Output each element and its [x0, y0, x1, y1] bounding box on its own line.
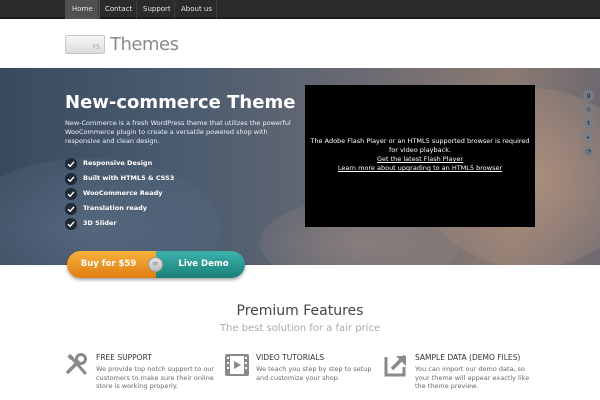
nav-home[interactable]: Home [65, 0, 100, 19]
hero-banner: New-commerce Theme New-Commerce is a fre… [0, 68, 600, 265]
features-title: Premium Features [236, 303, 364, 319]
import-arrow-icon [384, 353, 408, 377]
google-plus-icon[interactable]: g [583, 90, 594, 101]
logo-mark[interactable]: F5 [65, 35, 105, 54]
hero-description: New-Commerce is a fresh WordPress theme … [65, 119, 291, 145]
feature-title: VIDEO TUTORIALS [256, 353, 325, 362]
dribbble-icon[interactable]: ◎ [583, 104, 594, 115]
header-logo-bar: F5 Themes [0, 21, 600, 68]
feature-free-support: FREE SUPPORT We provide top notch suppor… [65, 353, 235, 393]
nav-divider [216, 0, 217, 19]
feature-title: FREE SUPPORT [96, 353, 152, 362]
check-icon [65, 188, 77, 200]
tools-icon [65, 353, 89, 377]
video-fallback-message: The Adobe Flash Player or an HTML5 suppo… [305, 137, 535, 173]
hero-feature-label: Translation ready [83, 204, 148, 212]
logo-tag: F5 [92, 44, 100, 51]
check-icon [65, 158, 77, 170]
rss-icon[interactable]: ◔ [583, 146, 594, 157]
feature-video-tutorials: VIDEO TUTORIALS We teach you step by ste… [225, 353, 395, 393]
or-badge: or [148, 257, 163, 272]
film-icon [225, 353, 249, 377]
hero-feature-label: Responsive Design [83, 159, 153, 167]
top-navigation: Home Contact Support About us [0, 0, 600, 19]
twitter-icon[interactable]: t [583, 118, 594, 129]
nav-about-us[interactable]: About us [174, 0, 219, 19]
flash-player-link[interactable]: Get the latest Flash Player [305, 155, 535, 164]
features-subtitle: The best solution for a fair price [219, 323, 381, 334]
video-player[interactable]: The Adobe Flash Player or an HTML5 suppo… [305, 85, 535, 227]
feature-text: You can import our demo data, so your th… [415, 365, 530, 390]
check-icon [65, 218, 77, 230]
feature-text: We teach you step by step to setup and c… [256, 365, 372, 382]
buy-button[interactable]: Buy for $59 [67, 251, 156, 278]
nav-contact[interactable]: Contact [98, 0, 139, 19]
feature-sample-data: SAMPLE DATA (DEMO FILES) You can import … [384, 353, 554, 393]
feature-title: SAMPLE DATA (DEMO FILES) [415, 353, 521, 362]
check-icon [65, 203, 77, 215]
nav-support[interactable]: Support [136, 0, 178, 19]
hero-feature-label: 3D Slider [83, 219, 117, 227]
logo-text[interactable]: Themes [110, 34, 179, 55]
cta-button-group: Buy for $59 Live Demo or [67, 251, 245, 278]
hero-title: New-commerce Theme [65, 92, 296, 113]
hero-feature-label: Built with HTML5 & CSS3 [83, 174, 175, 182]
video-fallback-text: The Adobe Flash Player or an HTML5 suppo… [310, 137, 530, 154]
feature-text: We provide top notch support to our cust… [96, 365, 215, 390]
hero-feature-label: WooCommerce Ready [83, 189, 163, 197]
live-demo-button[interactable]: Live Demo [156, 251, 245, 278]
check-icon [65, 173, 77, 185]
html5-browser-link[interactable]: Learn more about upgrading to an HTML5 b… [305, 164, 535, 173]
youtube-icon[interactable]: ▸ [583, 132, 594, 143]
